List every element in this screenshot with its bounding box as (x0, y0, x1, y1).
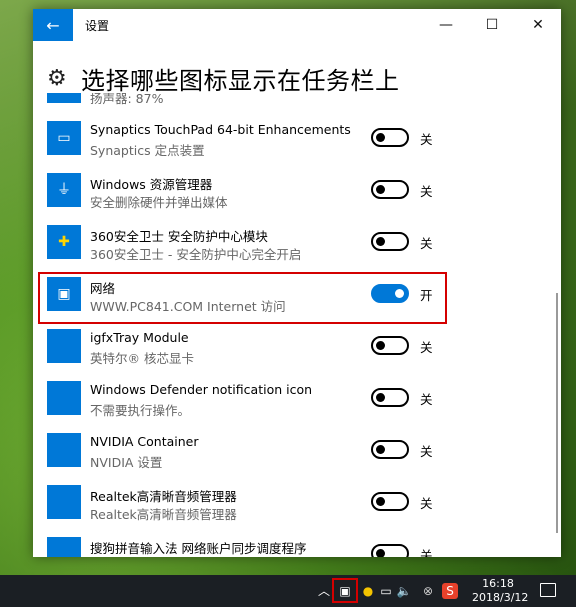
toggle-state: 关 (420, 444, 433, 459)
power-icon[interactable]: ▭ (378, 583, 394, 599)
list-item: ⏚ Windows 资源管理器 安全删除硬件并弹出媒体 关 (33, 167, 561, 219)
network-icon[interactable]: ▣ (337, 583, 353, 599)
item-description: 扬声器: 87% (90, 93, 164, 106)
blank-icon (47, 433, 81, 467)
speaker-icon (47, 93, 81, 103)
back-button[interactable]: ← (33, 9, 73, 41)
item-name: igfxTray Module (90, 330, 189, 345)
list-item: igfxTray Module 英特尔® 核芯显卡 关 (33, 323, 561, 375)
toggle-switch[interactable] (371, 492, 409, 511)
item-name: 搜狗拼音输入法 网络账户同步调度程序 (90, 541, 307, 556)
item-description: Synaptics 定点装置 (90, 143, 205, 158)
toggle-state: 关 (420, 340, 433, 355)
item-name: 360安全卫士 安全防护中心模块 (90, 229, 268, 244)
action-center-icon[interactable] (540, 583, 556, 597)
back-arrow-icon: ← (46, 15, 60, 35)
360-icon[interactable]: ● (360, 583, 376, 599)
usb-icon: ⏚ (47, 173, 81, 207)
toggle-state: 关 (420, 496, 433, 511)
toggle-state: 关 (420, 184, 433, 199)
list-item: 扬声器: 87% (33, 93, 561, 115)
blank-icon (47, 329, 81, 363)
gear-icon: ⚙ (47, 65, 67, 91)
blank-icon (47, 485, 81, 519)
toggle-switch[interactable] (371, 128, 409, 147)
red-highlight-box (38, 272, 447, 324)
toggle-switch[interactable] (371, 180, 409, 199)
toggle-switch[interactable] (371, 440, 409, 459)
item-name: Realtek高清晰音频管理器 (90, 489, 237, 504)
close-button[interactable]: ✕ (515, 9, 561, 41)
page-title: 选择哪些图标显示在任务栏上 (81, 67, 400, 95)
item-description: Realtek高清晰音频管理器 (90, 507, 237, 522)
item-description: NVIDIA 设置 (90, 455, 163, 470)
toggle-state: 关 (420, 548, 433, 557)
blank-icon (47, 381, 81, 415)
clock-date: 2018/3/12 (472, 591, 529, 604)
360-shield-icon: ✚ (47, 225, 81, 259)
list-item: Realtek高清晰音频管理器 Realtek高清晰音频管理器 关 (33, 479, 561, 531)
item-name: Synaptics TouchPad 64-bit Enhancements (90, 122, 351, 137)
scrollbar[interactable] (556, 293, 558, 533)
list-item: ✚ 360安全卫士 安全防护中心模块 360安全卫士 - 安全防护中心完全开启 … (33, 219, 561, 271)
toggle-state: 关 (420, 236, 433, 251)
item-description: 安全删除硬件并弹出媒体 (90, 195, 228, 210)
window-title: 设置 (85, 19, 110, 33)
minimize-button[interactable]: — (423, 9, 469, 41)
maximize-icon: ☐ (485, 17, 499, 33)
item-name: Windows 资源管理器 (90, 177, 213, 192)
page-header: ⚙ 选择哪些图标显示在任务栏上 (47, 61, 400, 96)
list-item: Windows Defender notification icon 不需要执行… (33, 375, 561, 427)
maximize-button[interactable]: ☐ (469, 9, 515, 41)
list-item: NVIDIA Container NVIDIA 设置 关 (33, 427, 561, 479)
item-description: 360安全卫士 - 安全防护中心完全开启 (90, 247, 302, 262)
settings-window: ← 设置 — ☐ ✕ ⚙ 选择哪些图标显示在任务栏上 扬声器: 87% ▭ Sy… (33, 9, 561, 557)
blank-icon (47, 537, 81, 557)
clock[interactable]: 16:18 2018/3/12 (472, 577, 529, 605)
close-icon: ✕ (532, 17, 544, 33)
clock-time: 16:18 (482, 577, 514, 590)
toggle-switch[interactable] (371, 388, 409, 407)
toggle-state: 关 (420, 132, 433, 147)
icon-list[interactable]: 扬声器: 87% ▭ Synaptics TouchPad 64-bit Enh… (33, 93, 561, 557)
item-name: Windows Defender notification icon (90, 382, 313, 397)
item-description: 英特尔® 核芯显卡 (90, 351, 194, 366)
close-circle-icon[interactable]: ⊗ (420, 583, 436, 599)
toggle-switch[interactable] (371, 336, 409, 355)
sogou-icon[interactable]: S (442, 583, 458, 599)
item-name: NVIDIA Container (90, 434, 199, 449)
touchpad-icon: ▭ (47, 121, 81, 155)
list-item: 搜狗拼音输入法 网络账户同步调度程序 关 (33, 531, 561, 557)
title-bar: ← 设置 — ☐ ✕ (33, 9, 561, 41)
toggle-state: 关 (420, 392, 433, 407)
minimize-icon: — (439, 17, 453, 33)
list-item: ▭ Synaptics TouchPad 64-bit Enhancements… (33, 115, 561, 167)
toggle-switch[interactable] (371, 232, 409, 251)
taskbar: ︿ ▣ ● ▭ 🔈 ⊗ S 16:18 2018/3/12 (0, 575, 576, 607)
volume-icon[interactable]: 🔈 (396, 583, 412, 599)
chevron-up-icon[interactable]: ︿ (316, 583, 332, 599)
toggle-switch[interactable] (371, 544, 409, 557)
item-description: 不需要执行操作。 (90, 403, 191, 418)
